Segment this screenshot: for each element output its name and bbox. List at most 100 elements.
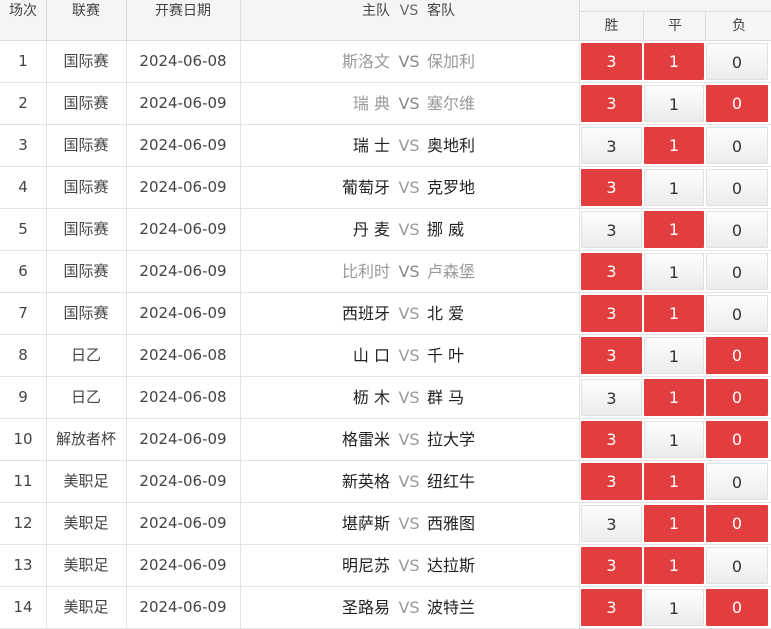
odds-draw-button[interactable]: 1	[644, 253, 704, 290]
odds-lose-button[interactable]: 0	[706, 505, 768, 542]
odds-win-button[interactable]: 3	[581, 505, 642, 542]
odds-draw-button[interactable]: 1	[644, 421, 704, 458]
col-divider	[126, 587, 127, 628]
odds-lose-button[interactable]: 0	[706, 169, 768, 206]
odds-win-button[interactable]: 3	[581, 295, 642, 332]
odds-lose-button[interactable]: 0	[706, 127, 768, 164]
odds-lose-button[interactable]: 0	[706, 295, 768, 332]
col-divider	[240, 251, 241, 292]
away-team: 纽红牛	[427, 472, 476, 491]
odds-lose-button[interactable]: 0	[706, 463, 768, 500]
match-date: 2024-06-09	[139, 472, 227, 490]
col-divider	[240, 209, 241, 250]
match-number: 9	[18, 388, 28, 406]
league-name: 日乙	[70, 346, 101, 364]
match-date: 2024-06-08	[139, 388, 227, 406]
odds-lose-button[interactable]: 0	[706, 337, 768, 374]
header-teams: 主队 VS 客队	[240, 0, 580, 40]
col-divider	[46, 167, 47, 208]
odds-draw-button[interactable]: 1	[644, 505, 704, 542]
odds-win-button[interactable]: 3	[581, 547, 642, 584]
match-number: 10	[13, 430, 33, 448]
odds-draw-button[interactable]: 1	[644, 127, 704, 164]
vs-label: VS	[398, 52, 420, 71]
home-team: 瑞 典	[352, 94, 390, 113]
odds-lose-button[interactable]: 0	[706, 547, 768, 584]
vs-label: VS	[398, 514, 420, 533]
col-divider	[46, 377, 47, 418]
match-number: 12	[13, 514, 33, 532]
col-divider	[240, 41, 241, 82]
col-divider	[126, 41, 127, 82]
odds-lose-button[interactable]: 0	[706, 211, 768, 248]
odds-draw-button[interactable]: 1	[644, 589, 704, 626]
match-date: 2024-06-09	[139, 556, 227, 574]
match-number: 2	[18, 94, 28, 112]
odds-lose-button[interactable]: 0	[706, 43, 768, 80]
odds-draw-button[interactable]: 1	[644, 337, 704, 374]
odds-lose-button[interactable]: 0	[706, 421, 768, 458]
table-row: 9 日乙 2024-06-08 枥 木 VS 群 马 310	[0, 377, 771, 419]
table-row: 14 美职足 2024-06-09 圣路易 VS 波特兰 3 1 0	[0, 587, 771, 629]
odds-draw-button[interactable]: 1	[644, 295, 704, 332]
home-team: 瑞 士	[352, 136, 390, 155]
vs-label: VS	[398, 136, 420, 155]
odds-win-button[interactable]: 3	[581, 253, 642, 290]
table-row: 6 国际赛 2024-06-09 比利时 VS 卢森堡 3 1 0	[0, 251, 771, 293]
col-divider	[579, 209, 580, 250]
odds-draw-button[interactable]: 1	[644, 85, 704, 122]
col-divider	[240, 419, 241, 460]
col-divider	[126, 167, 127, 208]
col-divider	[579, 293, 580, 334]
col-divider	[46, 125, 47, 166]
col-divider	[126, 335, 127, 376]
odds-draw-button[interactable]: 1	[644, 211, 704, 248]
header-no: 场次	[9, 3, 37, 19]
col-divider	[126, 503, 127, 544]
home-team: 圣路易	[341, 598, 390, 617]
col-divider	[46, 0, 47, 40]
col-divider	[46, 461, 47, 502]
odds-win-button[interactable]: 3	[581, 169, 642, 206]
match-date: 2024-06-08	[139, 346, 227, 364]
match-date: 2024-06-09	[139, 598, 227, 616]
match-date: 2024-06-09	[139, 262, 227, 280]
col-divider	[46, 587, 47, 628]
vs-label: VS	[398, 304, 420, 323]
odds-draw-button[interactable]: 1	[644, 43, 704, 80]
table-row: 5 国际赛 2024-06-09 丹 麦 VS 挪 威 310	[0, 209, 771, 251]
odds-win-button[interactable]: 3	[581, 43, 642, 80]
odds-draw-button[interactable]: 1	[644, 379, 704, 416]
odds-lose-button[interactable]: 0	[706, 379, 768, 416]
odds-win-button[interactable]: 3	[581, 379, 642, 416]
match-date: 2024-06-09	[139, 136, 227, 154]
odds-win-button[interactable]: 3	[581, 589, 642, 626]
match-date: 2024-06-08	[139, 52, 227, 70]
home-team: 斯洛文	[341, 52, 390, 71]
home-team: 格雷米	[341, 430, 390, 449]
odds-win-button[interactable]: 3	[581, 421, 642, 458]
match-number: 13	[13, 556, 33, 574]
league-name: 美职足	[63, 598, 109, 616]
odds-draw-button[interactable]: 1	[644, 463, 704, 500]
col-divider	[126, 545, 127, 586]
odds-win-button[interactable]: 3	[581, 211, 642, 248]
col-divider	[46, 503, 47, 544]
odds-win-button[interactable]: 3	[581, 127, 642, 164]
odds-draw-button[interactable]: 1	[644, 169, 704, 206]
odds-win-button[interactable]: 3	[581, 463, 642, 500]
odds-lose-button[interactable]: 0	[706, 253, 768, 290]
col-divider	[126, 251, 127, 292]
odds-lose-button[interactable]: 0	[706, 589, 768, 626]
col-divider	[126, 377, 127, 418]
match-date: 2024-06-09	[139, 304, 227, 322]
col-divider	[579, 251, 580, 292]
col-divider	[240, 377, 241, 418]
odds-win-button[interactable]: 3	[581, 337, 642, 374]
odds-draw-button[interactable]: 1	[644, 547, 704, 584]
home-team: 山 口	[352, 346, 390, 365]
odds-lose-button[interactable]: 0	[706, 85, 768, 122]
col-divider	[240, 293, 241, 334]
vs-label: VS	[398, 556, 420, 575]
odds-win-button[interactable]: 3	[581, 85, 642, 122]
